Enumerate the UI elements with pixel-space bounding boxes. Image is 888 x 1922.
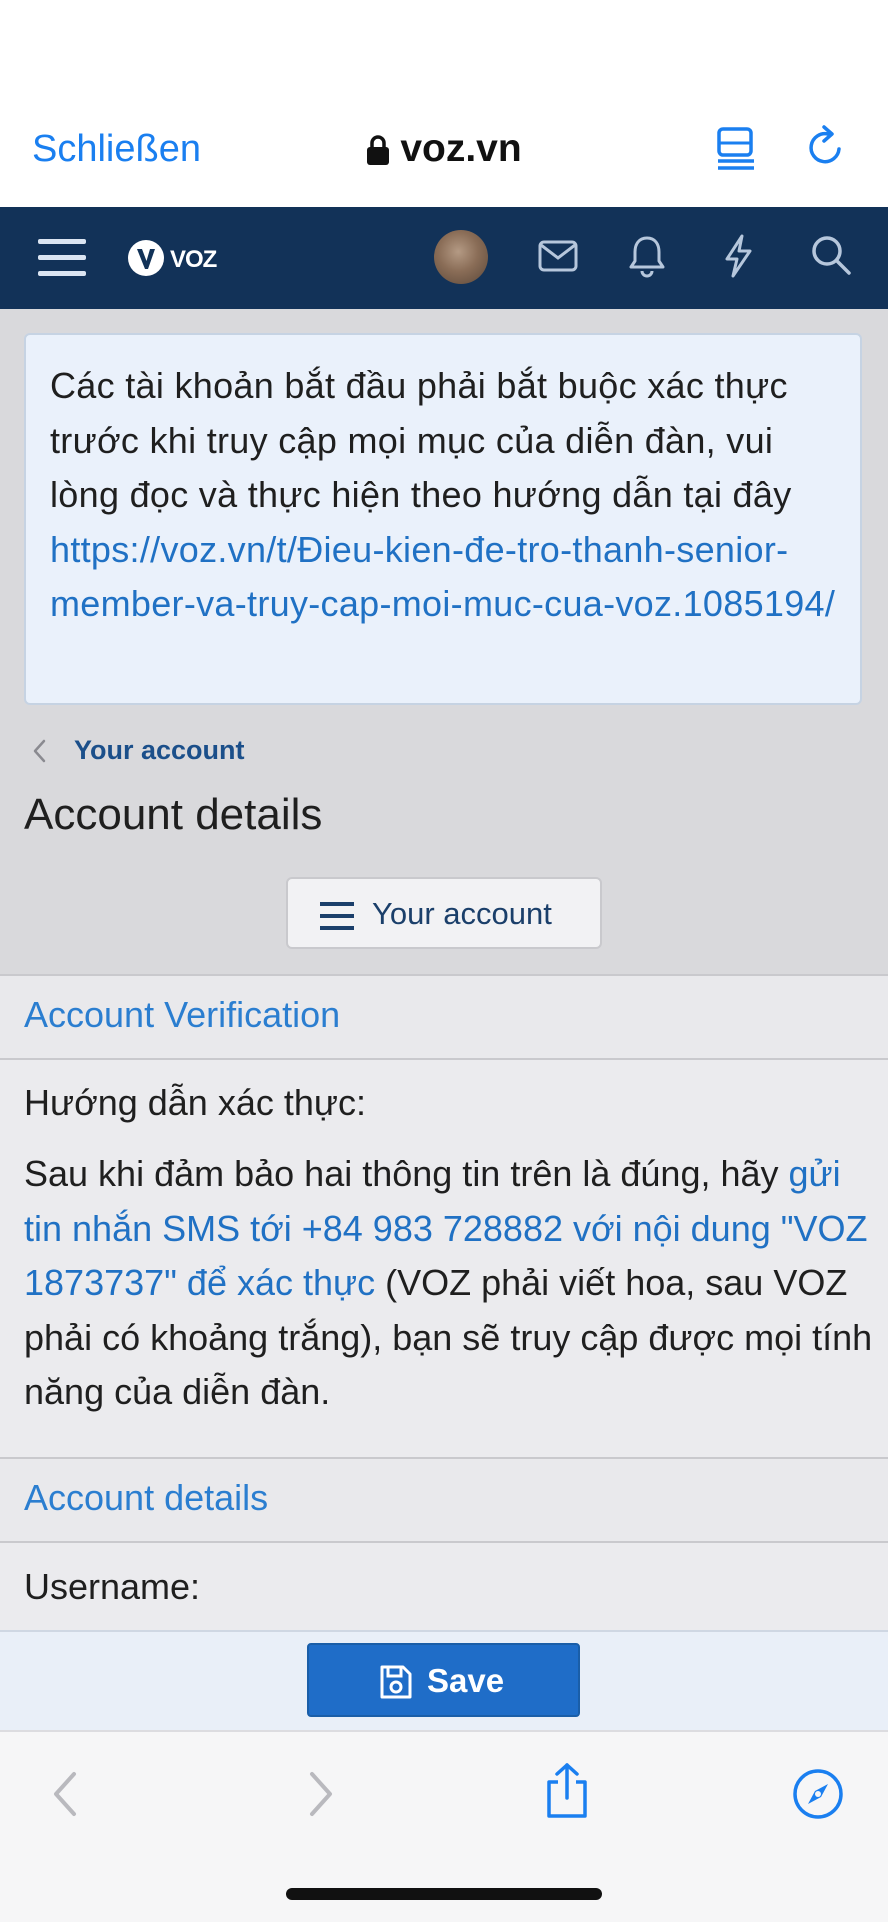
page-title: Account details	[24, 790, 323, 839]
share-icon[interactable]	[544, 1762, 590, 1825]
save-label: Save	[427, 1662, 505, 1699]
breadcrumb[interactable]: Your account	[74, 735, 245, 766]
username-label: Username:	[24, 1566, 201, 1607]
mail-icon[interactable]	[538, 238, 578, 279]
back-icon[interactable]	[50, 1770, 80, 1823]
bolt-icon[interactable]	[722, 234, 754, 283]
chevron-left-icon[interactable]	[30, 738, 48, 769]
reader-mode-icon[interactable]	[716, 125, 756, 176]
save-icon	[379, 1664, 413, 1705]
avatar[interactable]	[434, 230, 488, 284]
bell-icon[interactable]	[628, 234, 666, 283]
verification-heading: Account Verification	[0, 974, 888, 1060]
account-menu-button[interactable]: Your account	[286, 877, 602, 949]
account-menu-label: Your account	[372, 896, 552, 931]
hamburger-icon	[320, 901, 354, 936]
home-indicator	[286, 1888, 602, 1900]
account-details-heading: Account details	[0, 1457, 888, 1543]
verification-instructions: Sau khi đảm bảo hai thông tin trên là đú…	[24, 1153, 873, 1412]
save-button[interactable]: Save	[307, 1643, 580, 1717]
notice-link[interactable]: https://voz.vn/t/Đieu-kien-đe-tro-thanh-…	[50, 529, 835, 625]
reload-icon[interactable]	[806, 125, 846, 176]
forward-icon[interactable]	[306, 1770, 336, 1823]
notice-text: Các tài khoản bắt đầu phải bắt buộc xác …	[50, 365, 792, 515]
lock-icon	[366, 131, 390, 175]
menu-icon[interactable]	[38, 237, 86, 284]
search-icon[interactable]	[810, 234, 852, 281]
verification-label: Hướng dẫn xác thực:	[24, 1082, 366, 1123]
compass-icon[interactable]	[792, 1768, 844, 1825]
url-text: voz.vn	[400, 127, 522, 170]
verification-notice: Các tài khoản bắt đầu phải bắt buộc xác …	[24, 333, 862, 705]
site-logo-text: VOZ	[170, 246, 217, 273]
site-logo[interactable]	[126, 238, 166, 283]
